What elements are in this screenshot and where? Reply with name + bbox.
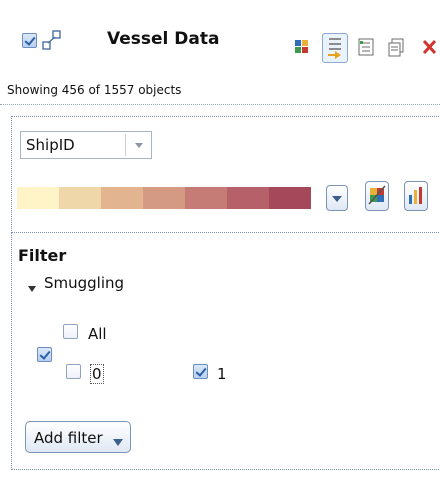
header-divider — [0, 104, 440, 105]
filter-option-label-all: All — [88, 325, 107, 343]
gradient-swatch — [17, 187, 59, 209]
gradient-swatch — [59, 187, 101, 209]
dropdown-value: ShipID — [26, 136, 75, 154]
filter-option-label-0: 0 — [90, 364, 104, 384]
panel-title: Vessel Data — [107, 29, 220, 49]
table-link-icon[interactable] — [42, 29, 62, 51]
chevron-down-icon — [112, 433, 124, 452]
add-filter-label: Add filter — [34, 429, 103, 447]
copy-icon[interactable] — [386, 36, 408, 58]
expand-triangle-icon — [27, 279, 37, 298]
gradient-swatch — [185, 187, 227, 209]
list-settings-icon[interactable] — [356, 36, 378, 58]
visibility-checkbox[interactable] — [22, 33, 37, 48]
bar-chart-icon[interactable] — [404, 181, 428, 211]
color-grid-icon[interactable] — [291, 36, 313, 58]
chevron-down-icon — [125, 134, 152, 156]
filter-option-label-1: 1 — [217, 365, 227, 383]
filter-group-label: Smuggling — [44, 274, 125, 292]
filter-option-checkbox-1[interactable] — [193, 364, 208, 379]
filter-heading: Filter — [18, 246, 67, 265]
filter-option-checkbox-0[interactable] — [66, 364, 81, 379]
filter-option-checkbox-all[interactable] — [63, 324, 78, 339]
gradient-swatch — [101, 187, 143, 209]
color-palette-icon[interactable] — [365, 181, 389, 211]
sort-arrows-icon[interactable] — [322, 33, 348, 63]
group-select-checkbox[interactable] — [37, 347, 52, 362]
gradient-swatch — [227, 187, 269, 209]
delete-icon[interactable] — [418, 36, 440, 58]
gradient-swatch — [143, 187, 185, 209]
color-gradient-bar[interactable] — [17, 187, 311, 209]
color-scheme-dropdown-button[interactable] — [326, 185, 348, 211]
add-filter-button[interactable]: Add filter — [25, 421, 131, 453]
gradient-swatch — [269, 187, 311, 209]
object-count-status: Showing 456 of 1557 objects — [7, 83, 182, 97]
color-column-dropdown[interactable]: ShipID — [20, 131, 152, 159]
